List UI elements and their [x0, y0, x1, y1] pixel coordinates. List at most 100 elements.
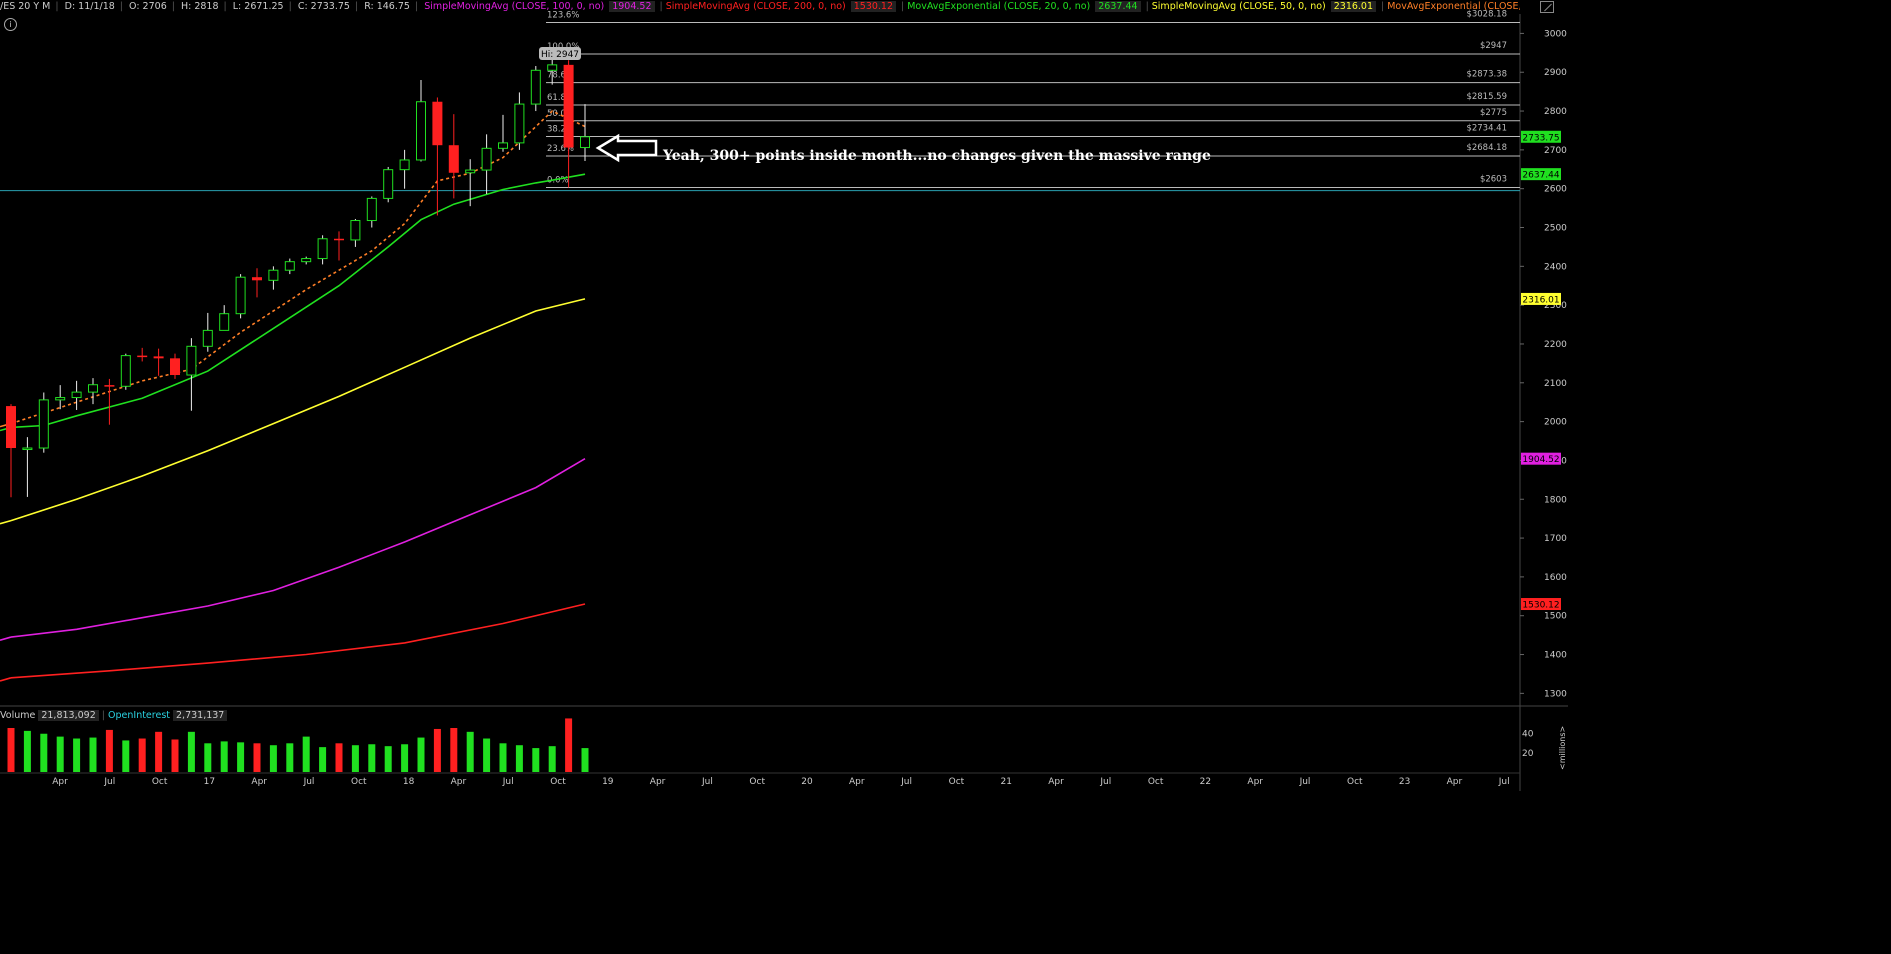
fib-price-label: $2603 — [1480, 175, 1507, 185]
price-marker-label: 2637.44 — [1522, 171, 1559, 181]
volume-bar[interactable] — [483, 738, 491, 772]
time-tick-label: 22 — [1200, 777, 1211, 787]
volume-bar[interactable] — [532, 748, 540, 772]
candle-body[interactable] — [186, 345, 197, 376]
fib-price-label: $2815.59 — [1466, 92, 1507, 102]
candle-body[interactable] — [465, 169, 476, 174]
volume-bar[interactable] — [40, 733, 48, 772]
price-marker-label: 2733.75 — [1522, 133, 1559, 143]
volume-bar[interactable] — [417, 737, 425, 772]
candle-body[interactable] — [153, 356, 164, 359]
price-tick-label: 2200 — [1544, 340, 1567, 350]
candle-body[interactable] — [334, 238, 344, 241]
volume-bar[interactable] — [515, 745, 523, 772]
time-tick-label: Apr — [1048, 777, 1064, 787]
candle-body[interactable] — [88, 384, 98, 393]
candle-body[interactable] — [514, 103, 525, 144]
volume-bar[interactable] — [220, 741, 228, 772]
candle-body[interactable] — [580, 136, 590, 149]
volume-bar[interactable] — [368, 744, 376, 772]
price-tick-label: 2100 — [1544, 379, 1567, 389]
volume-bar[interactable] — [204, 743, 212, 772]
volume-bar[interactable] — [433, 728, 441, 772]
volume-bar[interactable] — [548, 746, 556, 772]
candle-body[interactable] — [71, 391, 82, 399]
candle-body[interactable] — [55, 397, 66, 401]
time-tick-label: Apr — [1447, 777, 1463, 787]
volume-bar[interactable] — [7, 728, 15, 772]
volume-bar[interactable] — [155, 731, 163, 772]
volume-bar[interactable] — [384, 746, 392, 772]
volume-bar[interactable] — [286, 743, 294, 772]
volume-bar[interactable] — [73, 738, 81, 772]
price-marker-label: 1530.12 — [1522, 601, 1559, 611]
volume-bar[interactable] — [122, 740, 130, 772]
volume-bar[interactable] — [171, 739, 179, 772]
volume-bar[interactable] — [89, 737, 97, 772]
price-tick-label: 2400 — [1544, 262, 1567, 272]
candle-body[interactable] — [301, 258, 312, 263]
fib-price-label: $2947 — [1480, 41, 1507, 51]
time-tick-label: Jul — [1099, 777, 1111, 787]
volume-bar[interactable] — [187, 731, 195, 772]
moving-average-line[interactable] — [10, 603, 586, 679]
candle-body[interactable] — [284, 261, 295, 271]
volume-bar[interactable] — [253, 743, 261, 772]
moving-average-line — [0, 636, 12, 641]
candle-body[interactable] — [235, 276, 246, 315]
volume-bar[interactable] — [269, 745, 277, 772]
candle-body[interactable] — [120, 355, 131, 387]
candle-body[interactable] — [170, 358, 180, 376]
candle-body[interactable] — [432, 101, 443, 146]
candle-body[interactable] — [448, 145, 459, 173]
moving-average-line[interactable] — [10, 110, 586, 425]
candle-body[interactable] — [268, 269, 279, 281]
volume-tick-label: 40 — [1522, 730, 1534, 740]
volume-bar[interactable] — [105, 729, 113, 772]
candle-body[interactable] — [416, 101, 426, 161]
candle-body[interactable] — [202, 329, 213, 347]
volume-bar[interactable] — [302, 736, 310, 772]
volume-bar[interactable] — [499, 743, 507, 772]
price-tick-label: 2700 — [1544, 146, 1567, 156]
price-marker-label: 2316.01 — [1522, 295, 1559, 305]
volume-bar[interactable] — [138, 738, 146, 772]
candle-body[interactable] — [350, 220, 361, 241]
candle-body[interactable] — [22, 447, 33, 451]
hi-label: Hi: 2947 — [541, 50, 579, 60]
volume-bar[interactable] — [401, 744, 409, 772]
price-chart[interactable]: 123.6% $3028.18100.0% $294778.6% $2873.3861… — [0, 0, 1568, 791]
candle-body[interactable] — [6, 406, 16, 449]
candle-body[interactable] — [563, 64, 574, 148]
candle-body[interactable] — [366, 197, 377, 222]
volume-bar[interactable] — [581, 748, 589, 772]
time-tick-label: Apr — [451, 777, 467, 787]
moving-average-line[interactable] — [10, 458, 586, 638]
fib-percent-label: 123.6% — [547, 10, 579, 20]
price-tick-label: 3000 — [1544, 29, 1567, 39]
volume-bar[interactable] — [466, 731, 474, 772]
candle-body[interactable] — [530, 69, 541, 105]
time-tick-label: Apr — [650, 777, 666, 787]
price-marker-label: 1904.52 — [1522, 455, 1559, 465]
volume-bar[interactable] — [23, 730, 31, 772]
candle-body[interactable] — [547, 64, 558, 71]
volume-bar[interactable] — [450, 728, 458, 772]
candle-body[interactable] — [383, 169, 394, 199]
candle-body[interactable] — [481, 147, 492, 171]
candle-body[interactable] — [219, 313, 230, 331]
price-tick-label: 2900 — [1544, 68, 1567, 78]
volume-bar[interactable] — [565, 718, 573, 772]
candle-body[interactable] — [38, 399, 49, 449]
volume-bar[interactable] — [319, 747, 327, 772]
candle-body[interactable] — [399, 159, 410, 171]
volume-bar[interactable] — [351, 745, 359, 772]
volume-bar[interactable] — [56, 736, 64, 772]
candle-body[interactable] — [252, 277, 262, 281]
candle-body[interactable] — [317, 238, 328, 260]
candle-body[interactable] — [104, 385, 115, 387]
candle-body[interactable] — [498, 142, 508, 149]
volume-bar[interactable] — [335, 743, 343, 772]
volume-bar[interactable] — [237, 742, 245, 772]
candle-body[interactable] — [137, 355, 148, 358]
